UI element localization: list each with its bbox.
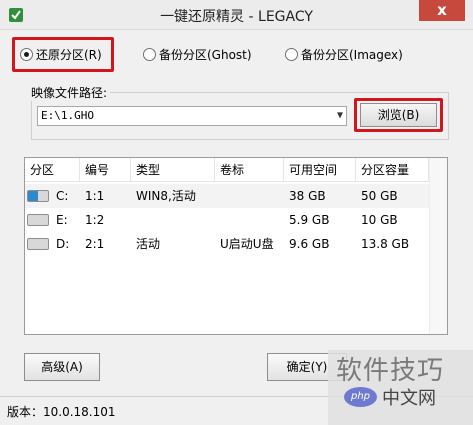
drive-icon xyxy=(27,214,49,226)
table-header: 分区 编号 类型 卷标 可用空间 分区容量 xyxy=(25,158,447,182)
cell-free: 5.9 GB xyxy=(289,213,330,227)
watermark-site: 中文网 xyxy=(382,388,436,409)
windows-drive-icon xyxy=(27,190,49,202)
backup-ghost-option-label: 备份分区(Ghost) xyxy=(159,47,252,62)
cell-free: 9.6 GB xyxy=(289,237,330,251)
cell-type xyxy=(131,208,136,232)
title-bar: 一键还原精灵 - LEGACY x xyxy=(0,0,473,30)
image-path-value: E:\1.GHO xyxy=(41,109,94,122)
column-header-capacity[interactable]: 分区容量 xyxy=(356,158,429,182)
chevron-down-icon[interactable]: ▼ xyxy=(337,107,343,125)
restore-option-label: 还原分区(R) xyxy=(36,47,102,62)
version-text: 版本：10.0.18.101 xyxy=(7,405,116,419)
cell-label: U启动U盘 xyxy=(220,237,274,251)
image-path-select[interactable]: E:\1.GHO ▼ xyxy=(37,106,347,126)
column-header-number[interactable]: 编号 xyxy=(80,158,131,182)
column-header-type[interactable]: 类型 xyxy=(131,158,215,182)
cell-number: 1:2 xyxy=(85,213,105,227)
close-icon: x xyxy=(437,1,447,19)
php-logo-icon: php xyxy=(344,387,377,407)
backup-ghost-option[interactable]: 备份分区(Ghost) xyxy=(143,42,252,66)
table-scroll-area[interactable] xyxy=(429,158,447,334)
column-header-label[interactable]: 卷标 xyxy=(215,158,284,182)
browse-button[interactable]: 浏览(B) xyxy=(360,103,437,127)
cell-label xyxy=(215,184,220,208)
column-header-partition[interactable]: 分区 xyxy=(25,158,80,182)
cell-capacity: 50 GB xyxy=(361,189,398,203)
backup-imagex-option-label: 备份分区(Imagex) xyxy=(301,47,403,62)
table-row[interactable]: C: 1:1 WIN8,活动 38 GB 50 GB xyxy=(25,184,429,208)
advanced-button[interactable]: 高级(A) xyxy=(24,353,100,381)
restore-radio[interactable] xyxy=(20,47,33,61)
watermark: 软件技巧 php 中文网 xyxy=(328,350,473,425)
cell-number: 2:1 xyxy=(85,237,105,251)
table-row[interactable]: E: 1:2 5.9 GB 10 GB xyxy=(25,208,429,232)
cell-capacity: 13.8 GB xyxy=(361,237,410,251)
cell-number: 1:1 xyxy=(85,189,105,203)
cell-drive: E: xyxy=(56,213,68,227)
partition-table: 分区 编号 类型 卷标 可用空间 分区容量 C: 1:1 WIN8,活动 38 … xyxy=(24,157,448,335)
restore-option[interactable]: 还原分区(R) xyxy=(20,42,102,66)
image-path-legend: 映像文件路径: xyxy=(28,84,111,101)
close-button[interactable]: x xyxy=(419,0,465,21)
cell-drive: D: xyxy=(56,237,70,251)
column-header-free[interactable]: 可用空间 xyxy=(284,158,356,182)
cell-type: 活动 xyxy=(136,237,161,251)
backup-imagex-radio[interactable] xyxy=(285,47,298,61)
cell-label xyxy=(215,208,220,232)
cell-type: WIN8,活动 xyxy=(136,189,196,203)
cell-drive: C: xyxy=(56,189,69,203)
drive-icon xyxy=(27,238,49,250)
cell-free: 38 GB xyxy=(289,189,326,203)
watermark-text: 软件技巧 xyxy=(336,356,445,386)
window-title: 一键还原精灵 - LEGACY xyxy=(160,9,313,25)
cell-capacity: 10 GB xyxy=(361,213,398,227)
backup-imagex-option[interactable]: 备份分区(Imagex) xyxy=(285,42,403,66)
backup-ghost-radio[interactable] xyxy=(143,47,156,61)
table-row[interactable]: D: 2:1 活动 U启动U盘 9.6 GB 13.8 GB xyxy=(25,232,429,256)
